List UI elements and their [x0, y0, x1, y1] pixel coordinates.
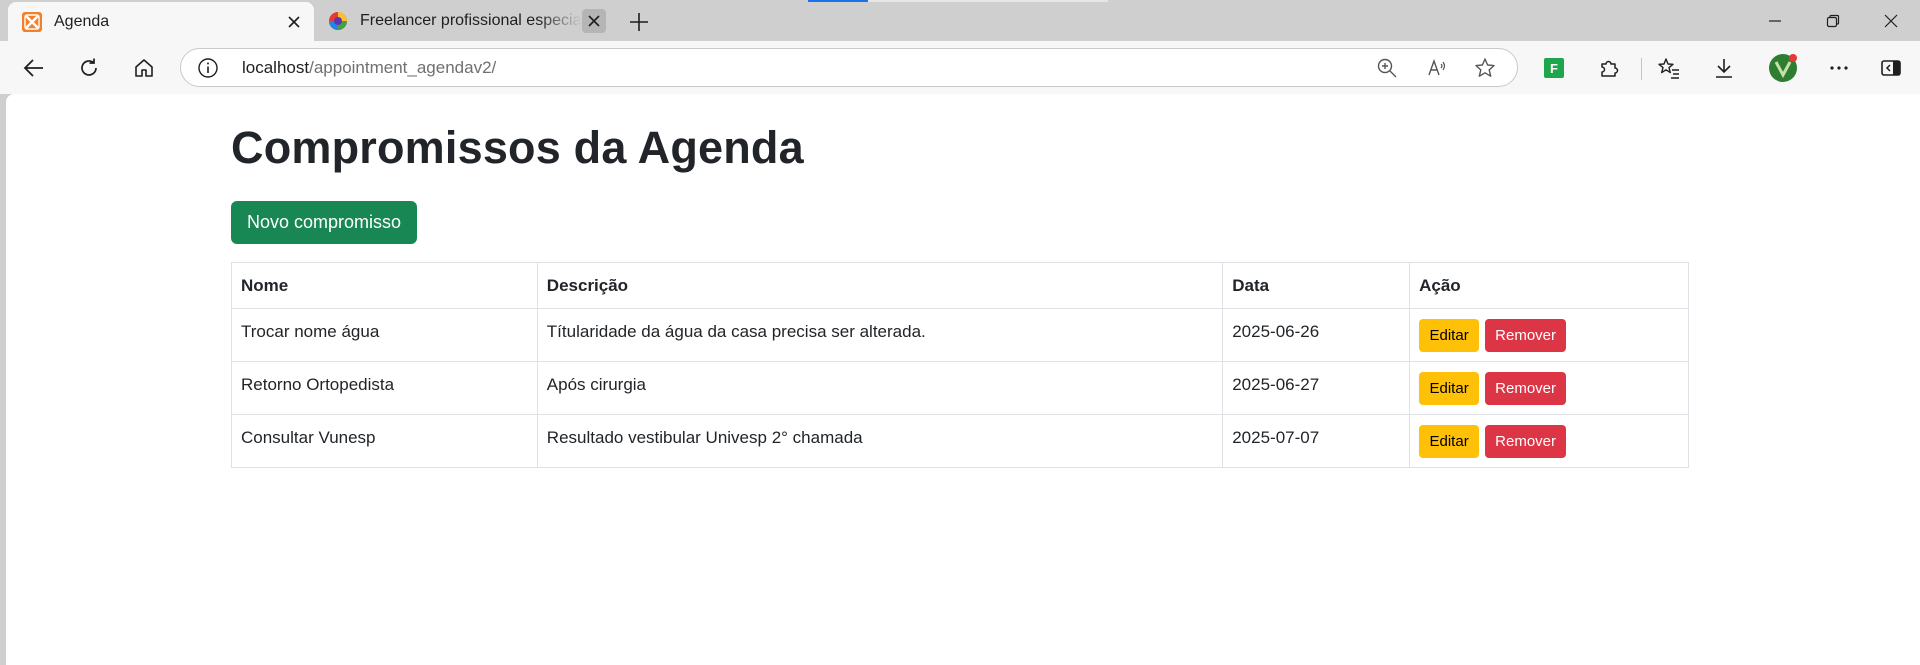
table-row: Consultar Vunesp Resultado vestibular Un…	[231, 414, 1689, 468]
info-icon[interactable]	[197, 57, 219, 79]
home-icon	[135, 59, 153, 77]
favorite-star-icon[interactable]	[1474, 57, 1496, 79]
new-appointment-button[interactable]: Novo compromisso	[231, 201, 417, 244]
action-group: Editar Remover	[1419, 424, 1679, 458]
header-action: Ação	[1409, 262, 1689, 309]
browser-toolbar: localhost/appointment_agendav2/ F	[0, 41, 1920, 94]
header-name: Nome	[231, 262, 538, 309]
tab-strip-accent	[808, 0, 868, 2]
back-button[interactable]	[16, 50, 52, 86]
colorful-circle-icon	[329, 11, 347, 30]
back-arrow-icon	[23, 59, 43, 77]
download-icon	[1716, 59, 1732, 78]
close-icon	[1884, 14, 1898, 27]
cell-description: Títularidade da água da casa precisa ser…	[536, 308, 1224, 362]
avatar	[1769, 54, 1797, 82]
cell-date: 2025-07-07	[1222, 414, 1411, 468]
close-tab-icon[interactable]	[282, 10, 306, 34]
close-window-button[interactable]	[1862, 0, 1920, 41]
url-text: localhost/appointment_agendav2/	[242, 58, 496, 78]
restore-button[interactable]	[1804, 0, 1862, 41]
tab-agenda[interactable]: Agenda	[8, 2, 314, 41]
favorites-button[interactable]	[1651, 50, 1687, 86]
refresh-icon	[81, 58, 97, 76]
cell-name: Trocar nome água	[231, 308, 538, 362]
tab-freelancer[interactable]: Freelancer profissional especialista	[314, 0, 614, 41]
ellipsis-icon	[1830, 66, 1848, 70]
xampp-icon	[22, 11, 42, 32]
zoom-icon[interactable]	[1376, 57, 1398, 79]
close-tab-icon[interactable]	[582, 8, 606, 33]
refresh-button[interactable]	[71, 50, 107, 86]
extension-f-icon: F	[1544, 58, 1564, 78]
remove-button[interactable]: Remover	[1485, 318, 1567, 352]
tab-title: Freelancer profissional especialista	[360, 11, 582, 29]
minimize-icon	[1769, 19, 1781, 22]
page-viewport: Compromissos da Agenda Novo compromisso …	[6, 94, 1920, 665]
url-path: /appointment_agendav2/	[309, 58, 497, 77]
cell-description: Após cirurgia	[536, 361, 1224, 415]
page-title: Compromissos da Agenda	[231, 122, 804, 173]
cell-action: Editar Remover	[1409, 308, 1689, 362]
url-host: localhost	[242, 58, 310, 77]
table-row: Trocar nome água Títularidade da água da…	[231, 308, 1689, 362]
tab-strip: Agenda Freelancer profissional especiali…	[0, 0, 1920, 41]
tab-title: Agenda	[54, 12, 110, 30]
edit-button[interactable]: Editar	[1419, 424, 1480, 458]
header-description: Descrição	[536, 262, 1224, 309]
minimize-button[interactable]	[1746, 0, 1804, 41]
header-date: Data	[1222, 262, 1411, 309]
extensions-button[interactable]	[1591, 50, 1627, 86]
toolbar-separator	[1641, 58, 1642, 80]
more-menu-button[interactable]	[1821, 50, 1857, 86]
action-group: Editar Remover	[1419, 318, 1679, 352]
downloads-button[interactable]	[1706, 50, 1742, 86]
remove-button[interactable]: Remover	[1485, 424, 1567, 458]
edit-button[interactable]: Editar	[1419, 318, 1480, 352]
table-header-row: Nome Descrição Data Ação	[231, 262, 1689, 309]
cell-date: 2025-06-27	[1222, 361, 1411, 415]
tab-strip-accent-2	[868, 0, 1108, 2]
cell-name: Consultar Vunesp	[231, 414, 538, 468]
restore-icon	[1826, 14, 1840, 27]
cell-action: Editar Remover	[1409, 361, 1689, 415]
home-button[interactable]	[126, 50, 162, 86]
extension-f-label: F	[1550, 60, 1558, 76]
favorites-list-icon	[1658, 58, 1679, 79]
table-row: Retorno Ortopedista Após cirurgia 2025-0…	[231, 361, 1689, 415]
sidebar-toggle-button[interactable]	[1873, 50, 1909, 86]
cell-name: Retorno Ortopedista	[231, 361, 538, 415]
edit-button[interactable]: Editar	[1419, 371, 1480, 405]
cell-description: Resultado vestibular Univesp 2° chamada	[536, 414, 1224, 468]
appointments-table: Nome Descrição Data Ação Trocar nome águ…	[231, 262, 1689, 468]
read-aloud-icon[interactable]	[1426, 57, 1448, 79]
remove-button[interactable]: Remover	[1485, 371, 1567, 405]
cell-date: 2025-06-26	[1222, 308, 1411, 362]
action-group: Editar Remover	[1419, 371, 1679, 405]
profile-button[interactable]	[1765, 50, 1801, 86]
plus-icon	[630, 13, 648, 31]
extension-f-button[interactable]: F	[1536, 50, 1572, 86]
puzzle-icon	[1601, 60, 1619, 77]
cell-action: Editar Remover	[1409, 414, 1689, 468]
new-tab-button[interactable]	[624, 7, 654, 37]
address-bar[interactable]: localhost/appointment_agendav2/	[180, 48, 1518, 87]
sidebar-icon	[1881, 60, 1901, 76]
